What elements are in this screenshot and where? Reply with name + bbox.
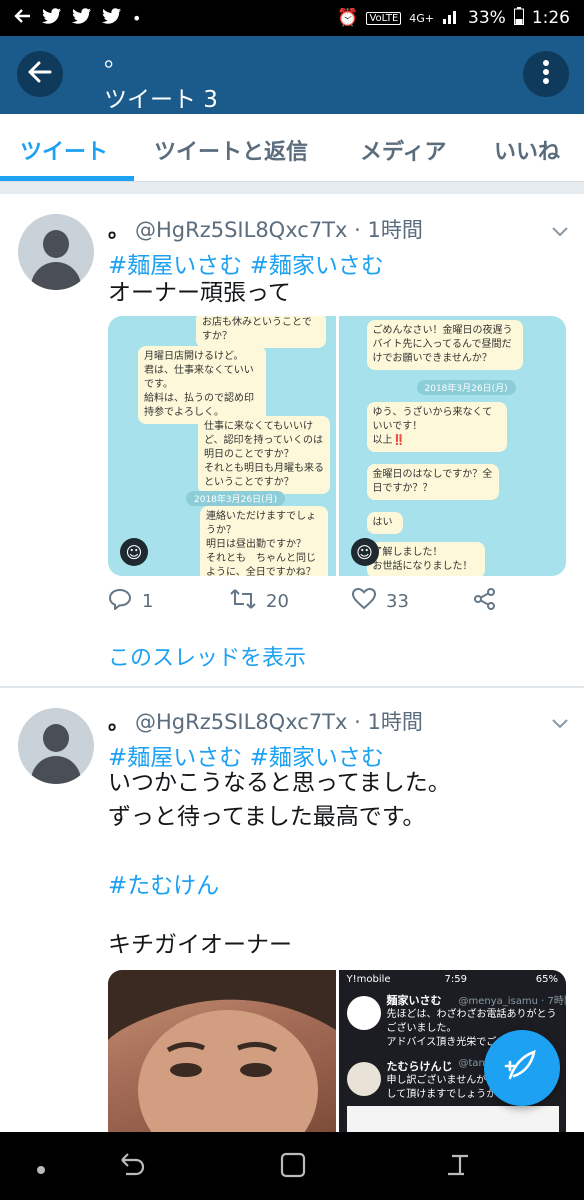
like-action[interactable]: 33 bbox=[351, 587, 409, 615]
tab-media[interactable]: メディア bbox=[360, 134, 446, 166]
tab-likes[interactable]: いいね bbox=[494, 134, 560, 166]
tweet-text: オーナー頑張って bbox=[108, 280, 291, 306]
feed-separator bbox=[0, 182, 584, 194]
chat-bubble: 仕事に来なくてもいいけど、認印を持っていくのは明日のことですか？ それとも明日も… bbox=[198, 416, 330, 494]
overflow-menu-button[interactable] bbox=[523, 51, 569, 97]
reply-count: 1 bbox=[142, 591, 154, 612]
nav-recents-icon[interactable] bbox=[446, 1152, 472, 1182]
chat-date: 2018年3月26日(月) bbox=[416, 380, 516, 395]
tab-tweets[interactable]: ツイート bbox=[20, 134, 108, 166]
compose-tweet-button[interactable] bbox=[484, 1030, 560, 1106]
nav-dot-icon[interactable] bbox=[36, 1160, 46, 1179]
avatar[interactable] bbox=[18, 708, 94, 784]
status-bar: • ⏰ VoLTE 4G+ 33% 1:26 bbox=[0, 0, 584, 36]
signal-icon bbox=[442, 8, 460, 29]
reply-action[interactable]: 1 bbox=[108, 588, 153, 615]
chevron-down-icon[interactable] bbox=[552, 222, 568, 238]
screenshot-account2-name: たむらけんじ bbox=[386, 1060, 453, 1073]
tweet-text: いつかこうなると思ってました。 ずっと待ってました最高です。 bbox=[108, 770, 451, 830]
like-count: 33 bbox=[386, 591, 409, 612]
chat-bubble: お店も休みということですか？ bbox=[196, 316, 326, 348]
heart-icon bbox=[351, 587, 377, 615]
share-action[interactable] bbox=[474, 588, 496, 615]
tweet-time: · 1時間 bbox=[354, 710, 423, 734]
chat-bubble: はい bbox=[366, 512, 403, 534]
tweet-header: 。 @HgRz5SIL8Qxc7Tx · 1時間 bbox=[108, 706, 423, 736]
screenshot-carrier: Y!mobile bbox=[346, 974, 391, 985]
tweet-time: · 1時間 bbox=[354, 218, 423, 242]
volte-badge: VoLTE bbox=[366, 11, 402, 25]
chat-bubble: 金曜日のはなしですか？全日ですか？？ bbox=[366, 464, 499, 500]
back-button[interactable] bbox=[17, 51, 63, 97]
app-bar: 。 ツイート 3 bbox=[0, 36, 584, 114]
sticker-icon[interactable]: ☺ bbox=[350, 538, 379, 566]
chat-bubble: 了解しました！ お世話になりました！ bbox=[366, 542, 485, 576]
profile-name: 。 bbox=[104, 44, 128, 72]
tweet-hashtag[interactable]: #たむけん bbox=[108, 866, 219, 900]
media-image-left[interactable]: お店も休みということですか？ 月曜日店開けるけど。 君は、仕事来なくていいです。… bbox=[108, 316, 336, 576]
tweet-header: 。 @HgRz5SIL8Qxc7Tx · 1時間 bbox=[108, 214, 423, 244]
chat-bubble: ゆう、うざいから来なくていいです！ 以上‼️ bbox=[366, 402, 507, 452]
system-navigation-bar bbox=[0, 1132, 584, 1200]
tab-tweets-and-replies[interactable]: ツイートと返信 bbox=[154, 134, 308, 166]
tweet-text-2: キチガイオーナー bbox=[108, 932, 292, 958]
more-notifications-icon: • bbox=[132, 8, 142, 28]
network-type: 4G+ bbox=[409, 11, 435, 25]
chat-bubble: 月曜日店開けるけど。 君は、仕事来なくていいです。 給料は、払うので認め印持参で… bbox=[138, 346, 266, 424]
share-icon bbox=[474, 588, 496, 615]
alarm-icon: ⏰ bbox=[337, 8, 359, 28]
tweet-hashtags[interactable]: #麺屋いさむ #麺家いさむ bbox=[108, 246, 384, 280]
clock: 1:26 bbox=[531, 8, 570, 28]
display-name[interactable]: 。 bbox=[108, 710, 129, 734]
back-arrow-icon bbox=[28, 61, 52, 87]
retweet-icon bbox=[230, 588, 256, 615]
chevron-down-icon[interactable] bbox=[552, 714, 568, 730]
tweet-count-title: ツイート 3 bbox=[104, 87, 218, 113]
retweet-count: 20 bbox=[266, 591, 289, 612]
show-thread-link[interactable]: このスレッドを表示 bbox=[108, 640, 306, 672]
media-photo-man[interactable] bbox=[108, 970, 336, 1140]
battery-icon bbox=[513, 6, 524, 30]
user-handle[interactable]: @HgRz5SIL8Qxc7Tx bbox=[135, 710, 347, 734]
compose-feather-icon bbox=[504, 1048, 540, 1088]
nav-home-icon[interactable] bbox=[280, 1152, 306, 1182]
chat-date: 2018年3月26日(月) bbox=[186, 491, 286, 506]
screenshot-account1-name: 麺家いさむ bbox=[386, 994, 442, 1007]
tweet-media[interactable]: お店も休みということですか？ 月曜日店開けるけど。 君は、仕事来なくていいです。… bbox=[108, 316, 566, 576]
chat-bubble: 連絡いただけますでしょうか？ 明日は昼出勤ですか？ それとも ちゃんと同じように… bbox=[200, 506, 328, 576]
display-name[interactable]: 。 bbox=[108, 218, 129, 242]
retweet-action[interactable]: 20 bbox=[230, 588, 289, 615]
screenshot-avatar bbox=[346, 1062, 381, 1096]
more-vertical-icon bbox=[542, 59, 550, 89]
avatar[interactable] bbox=[18, 214, 94, 290]
twitter-bird-icon bbox=[42, 8, 62, 28]
tweet-card[interactable]: 。 @HgRz5SIL8Qxc7Tx · 1時間 #麺屋いさむ #麺家いさむ オー… bbox=[0, 194, 584, 686]
sticker-icon[interactable]: ☺ bbox=[120, 538, 148, 566]
media-image-right[interactable]: ごめんなさい！金曜日の夜遅うバイト先に入ってるんで昼間だけでお願いできませんか？… bbox=[338, 316, 566, 576]
screenshot-avatar bbox=[346, 996, 381, 1030]
screenshot-battery: 65% bbox=[535, 974, 558, 985]
twitter-bird-icon-2 bbox=[72, 8, 92, 28]
battery-percent: 33% bbox=[468, 8, 506, 28]
nav-back-icon[interactable] bbox=[118, 1152, 146, 1182]
user-handle[interactable]: @HgRz5SIL8Qxc7Tx bbox=[135, 218, 347, 242]
profile-tabs: ツイート ツイートと返信 メディア いいね bbox=[0, 114, 584, 182]
twitter-bird-icon-3 bbox=[102, 8, 122, 28]
chat-bubble: ごめんなさい！金曜日の夜遅うバイト先に入ってるんで昼間だけでお願いできませんか？ bbox=[366, 320, 523, 370]
screenshot-account1-handle: @menya_isamu · 7時間 bbox=[458, 996, 567, 1007]
active-tab-indicator bbox=[0, 176, 134, 181]
reply-icon bbox=[108, 588, 132, 615]
screenshot-time: 7:59 bbox=[444, 974, 467, 985]
back-arrow-notification-icon bbox=[14, 8, 32, 28]
